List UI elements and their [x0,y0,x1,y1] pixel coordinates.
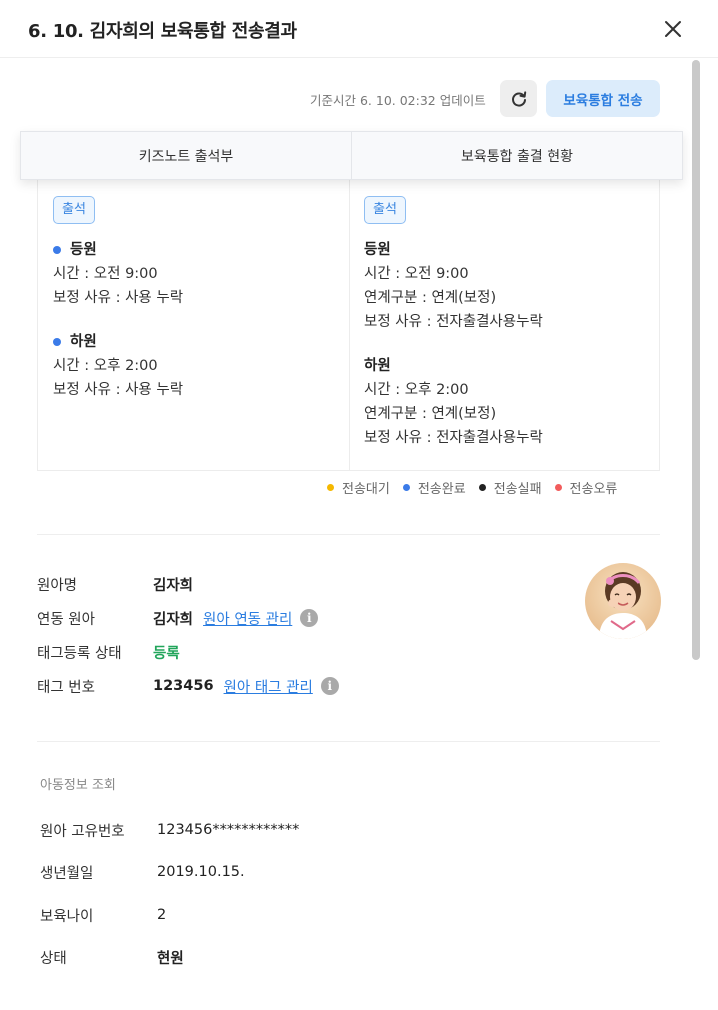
child-name-value: 김자희 [153,577,194,594]
entry-line: 보정 사유 : 사용 누락 [53,382,184,398]
entry-title: 등원 [53,238,183,262]
birthdate-value: 2019.10.15. [157,864,245,880]
avatar [585,563,661,639]
linked-child-value: 김자희 [153,611,194,628]
close-icon[interactable] [660,16,686,42]
legend-label: 전송대기 [342,482,390,497]
entry-title-text: 등원 [70,242,97,258]
status-value: 현원 [157,950,184,967]
detail-label: 생년월일 [40,865,94,882]
kidsnote-attendance-column: 출석 등원 시간 : 오전 9:00 보정 사유 : 사용 누락 하원 시간 :… [53,196,183,402]
legend-label: 전송완료 [417,482,466,497]
detail-label: 상태 [40,950,67,967]
info-label: 연동 원아 [37,611,95,628]
legend-dot [327,484,334,491]
detail-row: 보육나이 2 [40,903,166,927]
info-label: 원아명 [37,577,78,594]
detail-label: 보육나이 [40,908,94,925]
entry-line: 시간 : 오후 2:00 [53,358,158,374]
send-integration-button[interactable]: 보육통합 전송 [546,80,660,117]
entry-title: 하원 [53,330,183,354]
legend-label: 전송실패 [493,482,542,497]
manage-link-child-link[interactable]: 원아 연동 관리 [203,608,292,629]
legend-dot [402,484,410,491]
detail-label: 원아 고유번호 [40,823,125,840]
divider [37,741,660,742]
list-item: 등원 시간 : 오전 9:00 보정 사유 : 사용 누락 [53,238,183,310]
list-item: 하원 시간 : 오후 2:00 연계구분 : 연계(보정) 보정 사유 : 전자… [364,354,543,450]
care-age-value: 2 [157,907,167,923]
modal-title: 6. 10. 김자희의 보육통합 전송결과 [28,21,297,42]
refresh-icon [511,90,526,106]
legend-item: 전송대기 [327,478,390,497]
tag-number-value: 123456 [153,678,214,694]
integration-status-column: 출석 등원 시간 : 오전 9:00 연계구분 : 연계(보정) 보정 사유 :… [364,196,543,450]
legend-item: 전송오류 [554,478,618,497]
status-legend: 전송대기 전송완료 전송실패 전송오류 [327,478,617,497]
entry-line: 보정 사유 : 전자출결사용누락 [364,430,543,446]
info-icon[interactable]: i [320,677,339,695]
column-divider [349,180,350,471]
entry-line: 보정 사유 : 전자출결사용누락 [364,314,543,330]
entry-title: 하원 [364,358,391,374]
scrollbar-thumb[interactable] [692,60,700,660]
legend-item: 전송실패 [478,478,542,497]
tag-status-value: 등록 [153,645,180,662]
entry-line: 연계구분 : 연계(보정) [364,406,497,422]
legend-dot [478,484,486,491]
tag-status-row: 태그등록 상태 등록 [37,640,180,664]
divider [37,534,660,535]
linked-child-row: 연동 원아 김자희 원아 연동 관리 i [37,606,319,630]
legend-item: 전송완료 [402,478,466,497]
entry-line: 연계구분 : 연계(보정) [364,290,497,306]
info-label: 태그 번호 [37,679,95,696]
entry-line: 시간 : 오후 2:00 [364,382,469,398]
entry-line: 시간 : 오전 9:00 [364,266,469,282]
status-dot [53,338,61,346]
tab-kidsnote-attendance[interactable]: 키즈노트 출석부 [21,132,351,179]
detail-row: 원아 고유번호 123456************ [40,818,299,842]
attendance-tabs: 키즈노트 출석부 보육통합 출결 현황 [20,131,683,180]
tag-number-row: 태그 번호 123456 원아 태그 관리 i [37,674,339,698]
modal-header: 6. 10. 김자희의 보육통합 전송결과 [0,0,718,58]
legend-dot [554,484,562,491]
detail-row: 생년월일 2019.10.15. [40,860,245,884]
update-timestamp: 기준시간 6. 10. 02:32 업데이트 [310,93,486,108]
legend-label: 전송오류 [569,482,618,497]
info-label: 태그등록 상태 [37,645,122,662]
scrollbar[interactable] [688,60,702,802]
manage-tag-link[interactable]: 원아 태그 관리 [224,676,313,697]
child-id-value: 123456************ [157,822,300,838]
entry-line: 시간 : 오전 9:00 [53,266,158,282]
list-item: 하원 시간 : 오후 2:00 보정 사유 : 사용 누락 [53,330,183,402]
entry-title-text: 하원 [70,334,97,350]
refresh-button[interactable] [500,80,537,117]
entry-title: 등원 [364,242,391,258]
status-dot [53,246,61,254]
status-badge: 출석 [53,196,95,224]
entry-line: 보정 사유 : 사용 누락 [53,290,184,306]
section-title: 아동정보 조회 [40,778,116,793]
child-name-row: 원아명 김자희 [37,572,193,596]
info-icon[interactable]: i [300,609,319,627]
tab-integration-status[interactable]: 보육통합 출결 현황 [351,132,682,179]
status-badge: 출석 [364,196,406,224]
detail-row: 상태 현원 [40,945,184,969]
list-item: 등원 시간 : 오전 9:00 연계구분 : 연계(보정) 보정 사유 : 전자… [364,238,543,334]
